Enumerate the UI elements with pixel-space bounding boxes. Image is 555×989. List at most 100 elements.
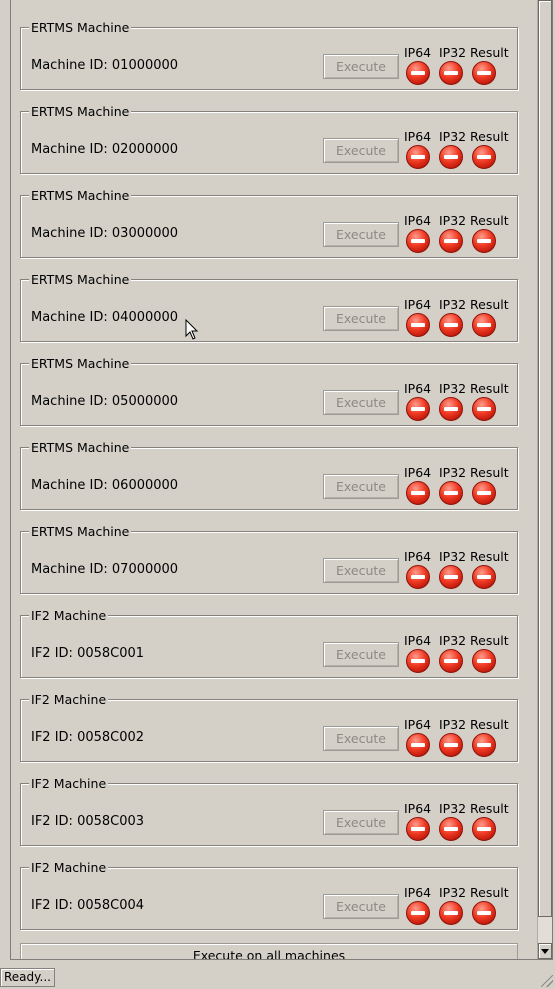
ip32-status-icon (439, 397, 463, 421)
ip32-label: IP32 (439, 465, 467, 480)
execute-button[interactable]: Execute (323, 894, 399, 919)
ip32-label: IP32 (439, 45, 467, 60)
execute-button[interactable]: Execute (323, 726, 399, 751)
ip64-status-icon (406, 565, 430, 589)
machine-id-label: IF2 ID: 0058C004 (31, 898, 145, 913)
ip64-status-icon (406, 649, 430, 673)
ip32-status-icon (439, 145, 463, 169)
result-label: Result (470, 801, 509, 816)
ip64-label: IP64 (404, 381, 432, 396)
ip32-status-icon (439, 565, 463, 589)
ip32-status-icon (439, 817, 463, 841)
machine-id-label: IF2 ID: 0058C001 (31, 646, 145, 661)
ip64-label: IP64 (404, 465, 432, 480)
scroll-down-arrow-icon[interactable] (538, 943, 552, 959)
execute-button[interactable]: Execute (323, 810, 399, 835)
ip64-status-icon (406, 817, 430, 841)
ip64-status-icon (406, 733, 430, 757)
group-title: IF2 Machine (29, 776, 109, 791)
ip64-label: IP64 (404, 801, 432, 816)
group-title: IF2 Machine (29, 608, 109, 623)
ip32-status-icon (439, 229, 463, 253)
group-title: ERTMS Machine (29, 272, 132, 287)
status-bar: Ready... (0, 967, 555, 989)
ip64-status-icon (406, 229, 430, 253)
ip32-label: IP32 (439, 633, 467, 648)
ip64-status-icon (406, 145, 430, 169)
ip64-label: IP64 (404, 45, 432, 60)
machine-group-3: ERTMS Machine Machine ID: 03000000 Execu… (20, 188, 518, 258)
machine-group-10: IF2 Machine IF2 ID: 0058C003 Execute IP6… (20, 776, 518, 846)
ip32-label: IP32 (439, 885, 467, 900)
result-status-icon (472, 481, 496, 505)
result-status-icon (472, 901, 496, 925)
ip32-status-icon (439, 901, 463, 925)
ip64-label: IP64 (404, 633, 432, 648)
execute-button[interactable]: Execute (323, 474, 399, 499)
result-label: Result (470, 381, 509, 396)
machine-id-label: Machine ID: 01000000 (31, 58, 179, 73)
result-status-icon (472, 61, 496, 85)
result-label: Result (470, 45, 509, 60)
ip64-status-icon (406, 397, 430, 421)
group-title: IF2 Machine (29, 692, 109, 707)
machine-group-4: ERTMS Machine Machine ID: 04000000 Execu… (20, 272, 518, 342)
execute-button[interactable]: Execute (323, 558, 399, 583)
machine-group-8: IF2 Machine IF2 ID: 0058C001 Execute IP6… (20, 608, 518, 678)
ip32-label: IP32 (439, 129, 467, 144)
group-title: IF2 Machine (29, 860, 109, 875)
machine-group-9: IF2 Machine IF2 ID: 0058C002 Execute IP6… (20, 692, 518, 762)
ip32-label: IP32 (439, 801, 467, 816)
group-title: ERTMS Machine (29, 20, 132, 35)
machine-id-label: IF2 ID: 0058C002 (31, 730, 145, 745)
ip32-label: IP32 (439, 297, 467, 312)
machine-group-5: ERTMS Machine Machine ID: 05000000 Execu… (20, 356, 518, 426)
execute-button[interactable]: Execute (323, 642, 399, 667)
machine-id-label: Machine ID: 04000000 (31, 310, 179, 325)
group-title: ERTMS Machine (29, 356, 132, 371)
machines-panel: ERTMS Machine Machine ID: 01000000 Execu… (10, 0, 553, 960)
machine-list: ERTMS Machine Machine ID: 01000000 Execu… (11, 0, 529, 959)
result-status-icon (472, 313, 496, 337)
ip32-status-icon (439, 481, 463, 505)
result-label: Result (470, 549, 509, 564)
ip64-label: IP64 (404, 129, 432, 144)
group-title: ERTMS Machine (29, 188, 132, 203)
result-label: Result (470, 717, 509, 732)
machine-group-7: ERTMS Machine Machine ID: 07000000 Execu… (20, 524, 518, 594)
machine-id-label: Machine ID: 03000000 (31, 226, 179, 241)
ip64-status-icon (406, 313, 430, 337)
scrollbar-thumb[interactable] (538, 0, 552, 917)
execute-all-button[interactable]: Execute on all machines (20, 943, 518, 959)
result-status-icon (472, 733, 496, 757)
group-title: ERTMS Machine (29, 104, 132, 119)
machine-id-label: Machine ID: 05000000 (31, 394, 179, 409)
result-status-icon (472, 229, 496, 253)
group-title: ERTMS Machine (29, 524, 132, 539)
machine-group-1: ERTMS Machine Machine ID: 01000000 Execu… (20, 20, 518, 90)
result-status-icon (472, 565, 496, 589)
result-label: Result (470, 633, 509, 648)
machine-id-label: Machine ID: 07000000 (31, 562, 179, 577)
ip32-status-icon (439, 649, 463, 673)
result-label: Result (470, 885, 509, 900)
execute-button[interactable]: Execute (323, 54, 399, 79)
resize-grip-icon[interactable] (541, 975, 553, 987)
execute-button[interactable]: Execute (323, 138, 399, 163)
vertical-scrollbar[interactable] (537, 0, 552, 959)
ip32-status-icon (439, 61, 463, 85)
execute-button[interactable]: Execute (323, 390, 399, 415)
ip32-label: IP32 (439, 381, 467, 396)
machine-id-label: Machine ID: 06000000 (31, 478, 179, 493)
result-status-icon (472, 649, 496, 673)
ip64-status-icon (406, 901, 430, 925)
result-label: Result (470, 213, 509, 228)
execute-button[interactable]: Execute (323, 306, 399, 331)
execute-button[interactable]: Execute (323, 222, 399, 247)
ip32-status-icon (439, 733, 463, 757)
ip32-label: IP32 (439, 549, 467, 564)
ip32-label: IP32 (439, 717, 467, 732)
ip32-status-icon (439, 313, 463, 337)
ip32-label: IP32 (439, 213, 467, 228)
result-status-icon (472, 397, 496, 421)
